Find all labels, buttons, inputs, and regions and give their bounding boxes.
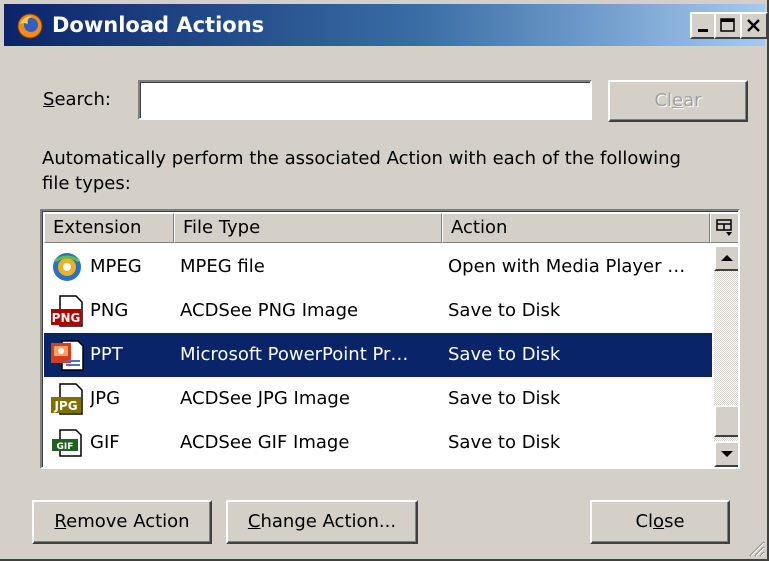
media-player-icon [53, 253, 81, 281]
action-cell: Save to Disk [448, 300, 561, 321]
search-label-text: earch: [54, 89, 111, 110]
table-row[interactable]: JPG JPG ACDSee JPG Image Save to Disk [44, 377, 712, 421]
table-row[interactable]: GIF GIF ACDSee GIF Image Save to Disk [44, 421, 712, 465]
extension-cell: PNG [90, 300, 129, 321]
column-picker-button[interactable] [710, 213, 738, 243]
file-type-cell: ACDSee GIF Image [180, 432, 350, 453]
png-file-icon: PNG [51, 295, 83, 327]
svg-text:JPG: JPG [53, 399, 77, 413]
firefox-icon [17, 13, 43, 39]
list-header: Extension File Type Action [44, 213, 738, 243]
extension-cell: PPT [90, 344, 123, 365]
svg-text:PNG: PNG [52, 311, 81, 325]
scroll-down-button[interactable] [714, 441, 738, 467]
action-cell: Save to Disk [448, 432, 561, 453]
file-type-cell: ACDSee PNG Image [180, 300, 359, 321]
search-label: Search: [43, 89, 111, 110]
clear-label-post: ar [683, 90, 702, 111]
maximize-button[interactable] [714, 12, 742, 39]
remove-label-accel: R [54, 511, 67, 532]
clear-label-accel: e [672, 90, 684, 111]
change-action-button[interactable]: Change Action... [226, 500, 418, 544]
table-row[interactable]: PNG PNG ACDSee PNG Image Save to Disk [44, 289, 712, 333]
change-label-accel: C [247, 511, 261, 532]
scroll-up-button[interactable] [714, 245, 738, 271]
clear-label-pre: Cl [654, 90, 673, 111]
close-icon [747, 19, 760, 32]
gif-file-icon: GIF [52, 429, 82, 457]
powerpoint-file-icon [51, 340, 84, 371]
remove-action-button[interactable]: Remove Action [32, 500, 212, 544]
close-label-post: se [664, 511, 685, 532]
action-cell: Open with Media Player … [448, 256, 686, 277]
extension-cell: GIF [90, 432, 120, 453]
remove-label-text: emove Action [66, 511, 190, 532]
action-cell: Save to Disk [448, 388, 561, 409]
table-row-selected[interactable]: PPT Microsoft PowerPoint Pr… Save to Dis… [44, 333, 712, 377]
column-header-extension[interactable]: Extension [44, 213, 174, 243]
search-label-accel: S [43, 89, 55, 110]
action-cell: Save to Disk [448, 344, 561, 365]
close-window-button[interactable] [740, 12, 768, 39]
close-label-pre: Cl [635, 511, 654, 532]
resize-grip-icon[interactable] [747, 539, 765, 557]
arrow-up-icon [721, 255, 733, 261]
vertical-scrollbar[interactable] [714, 245, 738, 467]
file-types-list[interactable]: Extension File Type Action MPEG MPEG fil… [40, 209, 740, 469]
maximize-icon [720, 18, 735, 32]
file-type-cell: Microsoft PowerPoint Pr… [180, 344, 409, 365]
column-header-action[interactable]: Action [442, 213, 710, 243]
clear-button[interactable]: Clear [608, 80, 748, 122]
svg-text:GIF: GIF [57, 442, 74, 452]
minimize-icon [698, 29, 708, 32]
file-type-cell: ACDSee JPG Image [180, 388, 350, 409]
column-header-file-type[interactable]: File Type [174, 213, 442, 243]
column-picker-icon [716, 219, 732, 236]
description-line-1: Automatically perform the associated Act… [42, 148, 681, 169]
arrow-down-icon [721, 451, 733, 457]
window-title: Download Actions [52, 13, 265, 37]
title-bar[interactable]: Download Actions [4, 4, 768, 46]
table-row[interactable]: MPEG MPEG file Open with Media Player … [44, 245, 712, 289]
file-type-cell: MPEG file [180, 256, 265, 277]
search-input[interactable] [138, 80, 592, 120]
description-line-2: file types: [42, 173, 131, 194]
extension-cell: MPEG [90, 256, 142, 277]
scrollbar-thumb[interactable] [714, 405, 738, 437]
close-button[interactable]: Close [590, 500, 730, 544]
extension-cell: JPG [90, 388, 121, 409]
download-actions-window: Download Actions Search: Clear Automatic… [0, 0, 769, 561]
close-label-accel: o [653, 511, 665, 532]
change-label-text: hange Action... [260, 511, 397, 532]
jpg-file-icon: JPG [51, 383, 83, 415]
